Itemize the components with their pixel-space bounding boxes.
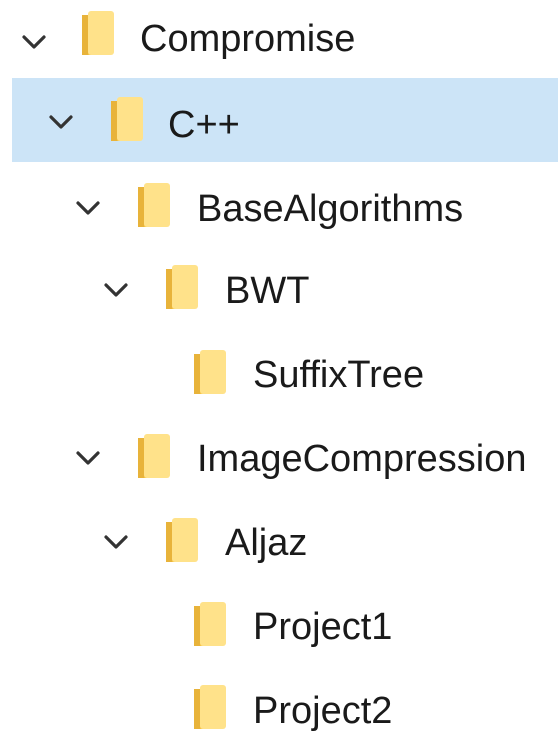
tree-item-label: Compromise [140, 18, 356, 60]
tree-item-aljaz[interactable]: Aljaz [0, 502, 558, 586]
chevron-down-icon[interactable] [20, 28, 48, 56]
chevron-down-icon[interactable] [102, 528, 130, 556]
tree-item-label: Project1 [253, 606, 393, 648]
folder-tree: Compromise C++ BaseAlgorithms BWT Suffix… [0, 0, 558, 733]
tree-item-label: C++ [168, 104, 240, 146]
chevron-down-icon[interactable] [74, 194, 102, 222]
chevron-down-icon[interactable] [47, 108, 75, 136]
tree-item-label: SuffixTree [253, 354, 425, 396]
tree-item-project1[interactable]: Project1 [0, 586, 558, 670]
tree-item-cpp[interactable]: C++ [0, 78, 558, 162]
selection-highlight [12, 78, 558, 162]
folder-icon [194, 350, 226, 394]
tree-item-imagecompression[interactable]: ImageCompression [0, 418, 558, 502]
tree-item-project2[interactable]: Project2 [0, 670, 558, 754]
tree-item-label: BaseAlgorithms [197, 188, 464, 230]
folder-icon [194, 685, 226, 729]
folder-icon [166, 265, 198, 309]
chevron-down-icon[interactable] [102, 276, 130, 304]
folder-icon [194, 602, 226, 646]
folder-icon [166, 518, 198, 562]
folder-icon [138, 434, 170, 478]
tree-item-label: BWT [225, 270, 310, 312]
tree-item-suffixtree[interactable]: SuffixTree [0, 334, 558, 418]
tree-item-label: ImageCompression [197, 438, 527, 480]
tree-item-basealgorithms[interactable]: BaseAlgorithms [0, 166, 558, 250]
folder-icon [82, 11, 114, 55]
chevron-down-icon[interactable] [74, 444, 102, 472]
tree-item-label: Aljaz [225, 522, 308, 564]
folder-icon [111, 97, 143, 141]
tree-item-label: Project2 [253, 690, 393, 732]
tree-item-bwt[interactable]: BWT [0, 250, 558, 334]
folder-icon [138, 183, 170, 227]
tree-item-compromise[interactable]: Compromise [0, 0, 558, 84]
